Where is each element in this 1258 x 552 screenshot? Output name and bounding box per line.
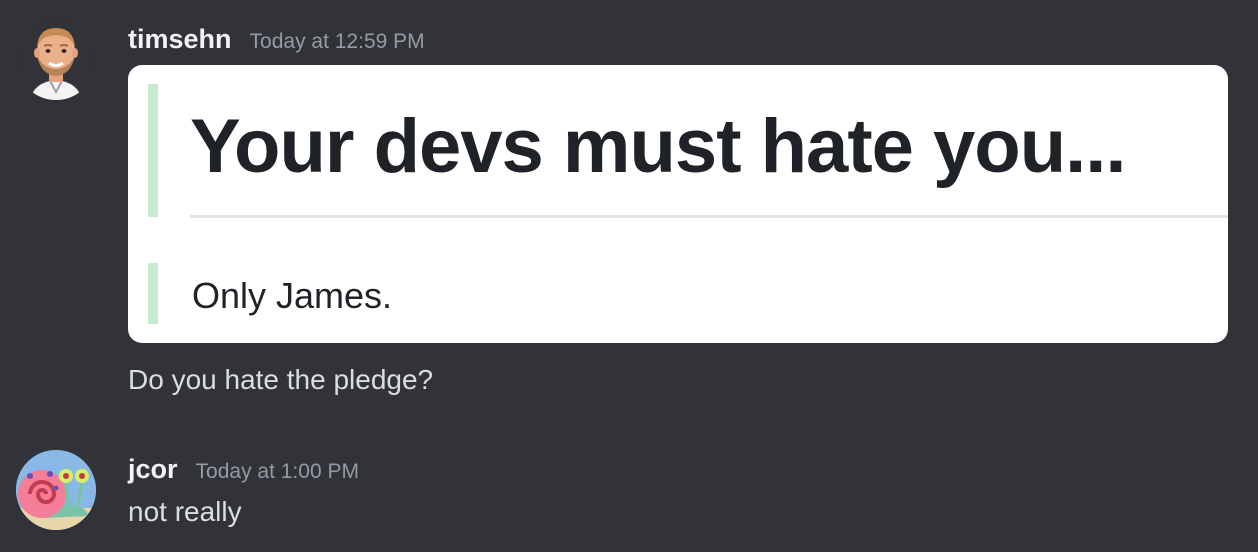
- username[interactable]: jcor: [128, 454, 178, 485]
- bitmoji-avatar-icon: [30, 28, 82, 100]
- image-body-text: Only James.: [192, 275, 393, 316]
- image-heading: Your devs must hate you...: [190, 104, 1126, 189]
- message-jcor: jcor Today at 1:00 PM not really: [0, 430, 1258, 552]
- user-avatar-timsehn[interactable]: [16, 20, 96, 100]
- snail-avatar-icon: [16, 450, 96, 530]
- username[interactable]: timsehn: [128, 24, 232, 55]
- message-timsehn: timsehn Today at 12:59 PM Your devs must…: [0, 0, 1258, 420]
- user-avatar-jcor[interactable]: [16, 450, 96, 530]
- quote-bar: [148, 84, 158, 217]
- quote-bar: [148, 263, 158, 324]
- divider: [190, 215, 1228, 218]
- message-text: Do you hate the pledge?: [128, 364, 434, 395]
- image-attachment[interactable]: Your devs must hate you... Only James.: [128, 65, 1228, 343]
- message-header: jcor Today at 1:00 PM: [128, 454, 359, 485]
- message-header: timsehn Today at 12:59 PM: [128, 24, 425, 55]
- message-text: not really: [128, 496, 242, 527]
- timestamp[interactable]: Today at 12:59 PM: [250, 30, 425, 54]
- timestamp[interactable]: Today at 1:00 PM: [196, 460, 359, 484]
